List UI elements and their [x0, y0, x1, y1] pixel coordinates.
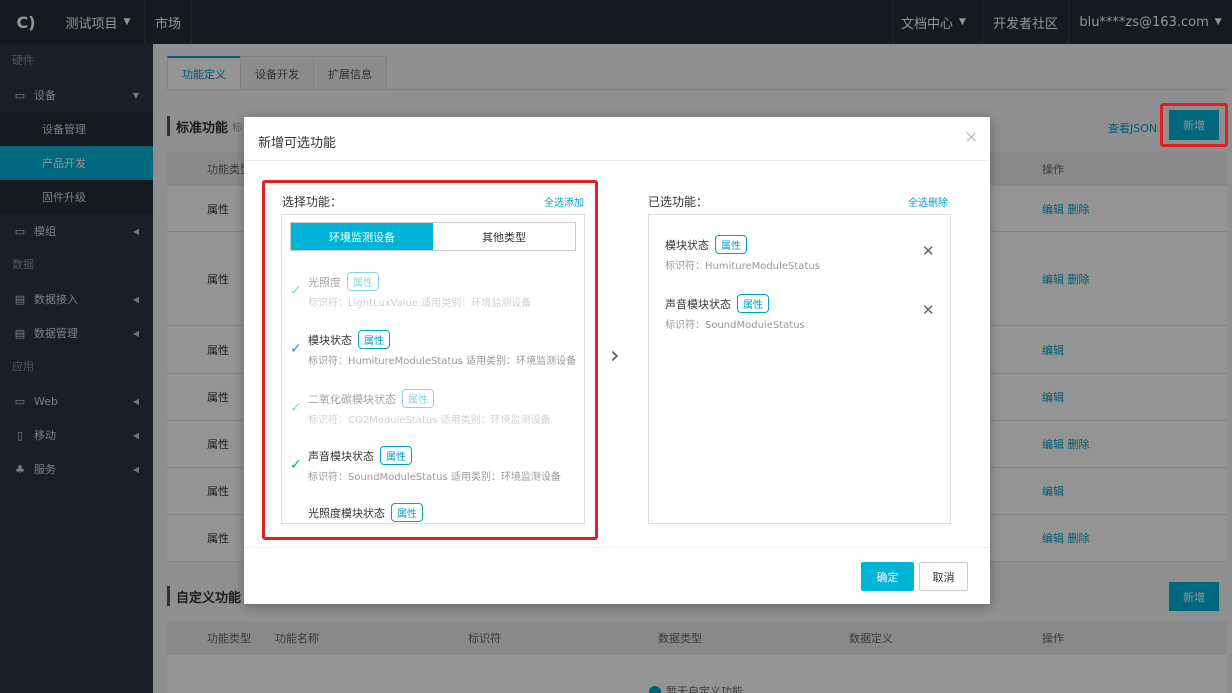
selected-function-label: 已选功能：: [648, 195, 709, 209]
property-tag: 属性: [715, 235, 747, 254]
remove-icon[interactable]: ✕: [922, 242, 935, 260]
cancel-button[interactable]: 取消: [919, 562, 968, 591]
selected-meta: 标识符：SoundModuleStatus: [665, 320, 805, 331]
footer-divider: [244, 547, 990, 548]
highlight-select-panel: [262, 180, 598, 540]
selected-name: 模块状态: [665, 239, 709, 252]
highlight-add-button: [1160, 103, 1228, 147]
property-tag: 属性: [737, 294, 769, 313]
close-icon[interactable]: ×: [965, 127, 978, 146]
remove-all-link[interactable]: 全选删除: [908, 194, 948, 209]
selected-item: 声音模块状态 属性 标识符：SoundModuleStatus ✕: [665, 294, 950, 338]
modal-divider: [244, 160, 990, 161]
modal-title: 新增可选功能: [258, 136, 337, 151]
chevron-right-icon[interactable]: ›: [610, 341, 620, 369]
remove-icon[interactable]: ✕: [922, 301, 935, 319]
selected-functions-list: 模块状态 属性 标识符：HumitureModuleStatus ✕ 声音模块状态…: [648, 214, 951, 524]
selected-meta: 标识符：HumitureModuleStatus: [665, 261, 820, 272]
selected-item: 模块状态 属性 标识符：HumitureModuleStatus ✕: [665, 235, 950, 279]
confirm-button[interactable]: 确定: [861, 562, 914, 591]
selected-name: 声音模块状态: [665, 298, 731, 311]
